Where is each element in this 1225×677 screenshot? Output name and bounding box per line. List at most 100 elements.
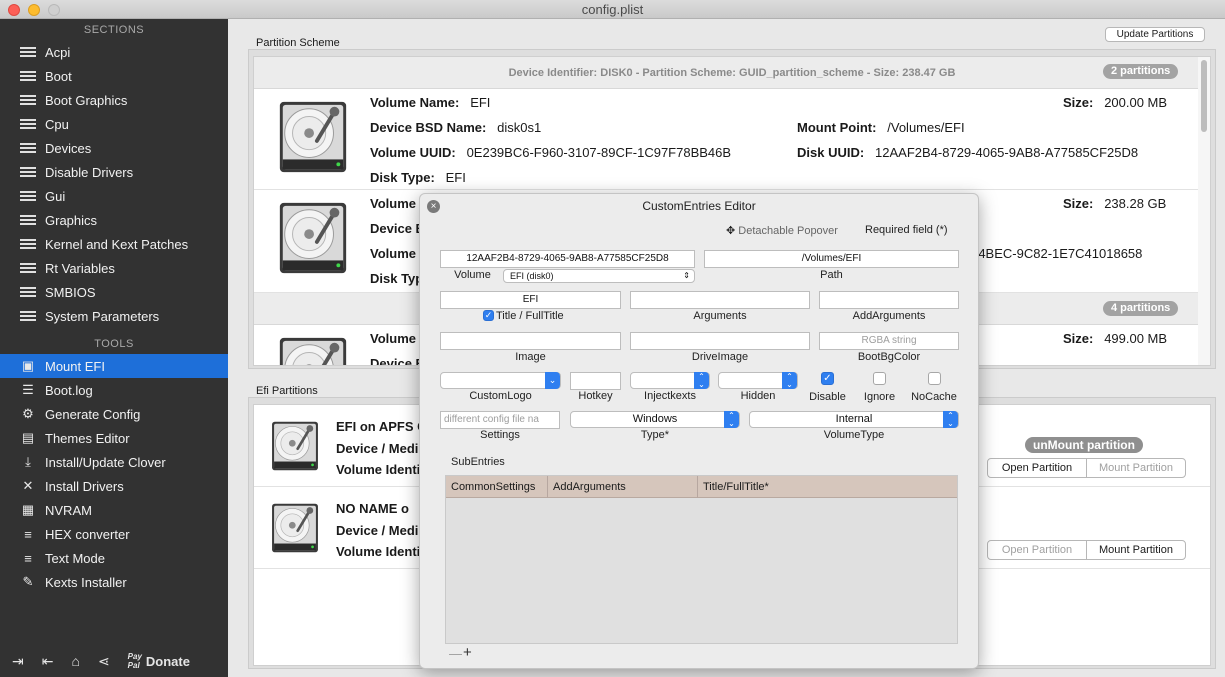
sidebar-item-hex-converter[interactable]: ≡ HEX converter xyxy=(0,522,228,546)
sidebar-item-label: Boot Graphics xyxy=(45,92,128,108)
addarguments-label: AddArguments xyxy=(852,310,926,322)
driveimage-label: DriveImage xyxy=(691,351,749,363)
sidebar-item-kexts-installer[interactable]: ✎ Kexts Installer xyxy=(0,570,228,594)
hotkey-label: Hotkey xyxy=(578,390,613,402)
image-field[interactable] xyxy=(440,332,621,350)
injectkexts-popup[interactable]: ⌃ ⌄ xyxy=(630,372,710,389)
share-icon[interactable]: ⋖ xyxy=(98,653,110,670)
efi-name: NO NAME o xyxy=(336,501,409,516)
open-partition-button[interactable]: Open Partition xyxy=(987,458,1087,478)
bootbgcolor-field[interactable]: RGBA string xyxy=(819,332,959,350)
subentries-table[interactable]: CommonSettings AddArguments Title/FullTi… xyxy=(445,475,958,644)
sidebar-item-boot[interactable]: Boot xyxy=(0,64,228,88)
column-header[interactable]: CommonSettings xyxy=(446,476,548,498)
sidebar-item-devices[interactable]: Devices xyxy=(0,136,228,160)
path-field[interactable]: /Volumes/EFI xyxy=(704,250,959,268)
sidebar-item-themes-editor[interactable]: ▤ Themes Editor xyxy=(0,426,228,450)
table-row[interactable]: Volume Name: EFI Device BSD Name: disk0s… xyxy=(254,89,1210,190)
mount-partition-button[interactable]: Mount Partition xyxy=(1086,458,1186,478)
arguments-label: Arguments xyxy=(693,310,747,322)
size-value: 499.00 MB xyxy=(1104,331,1168,346)
theme-icon: ▤ xyxy=(21,430,35,445)
volumetype-popup[interactable]: Internal ⌃ ⌄ xyxy=(749,411,959,428)
subentries-header: CommonSettings AddArguments Title/FullTi… xyxy=(446,476,957,498)
addarguments-field[interactable] xyxy=(819,291,959,309)
sidebar-item-boot-log[interactable]: ☰ Boot.log xyxy=(0,378,228,402)
mount-partition-button[interactable]: Mount Partition xyxy=(1086,540,1186,560)
sidebar-item-acpi[interactable]: Acpi xyxy=(0,40,228,64)
sidebar-item-gui[interactable]: Gui xyxy=(0,184,228,208)
disable-checkbox[interactable]: ✓ xyxy=(821,372,834,385)
sidebar-item-label: Acpi xyxy=(45,44,71,60)
sidebar-item-cpu[interactable]: Cpu xyxy=(0,112,228,136)
efi-partitions-label: Efi Partitions xyxy=(256,385,318,397)
sidebar-item-nvram[interactable]: ▦ NVRAM xyxy=(0,498,228,522)
ignore-checkbox[interactable] xyxy=(873,372,886,385)
nocache-label: NoCache xyxy=(911,391,957,403)
volume-popup[interactable]: EFI (disk0) ⇕ xyxy=(503,269,695,283)
hidden-label: Hidden xyxy=(740,390,776,402)
sidebar-item-graphics[interactable]: Graphics xyxy=(0,208,228,232)
partition-scheme-label: Partition Scheme xyxy=(256,37,340,49)
column-header[interactable]: Title/FullTitle* xyxy=(698,476,957,498)
sidebar-item-label: NVRAM xyxy=(45,502,92,518)
sidebar-item-text-mode[interactable]: ≡ Text Mode xyxy=(0,546,228,570)
customlogo-label: CustomLogo xyxy=(469,390,532,402)
hard-drive-icon xyxy=(274,333,352,365)
disk-icon: ▣ xyxy=(21,358,35,373)
sidebar-item-smbios[interactable]: SMBIOS xyxy=(0,280,228,304)
arguments-field[interactable] xyxy=(630,291,810,309)
list-icon xyxy=(18,260,38,276)
disk0-header: Device Identifier: DISK0 - Partition Sch… xyxy=(254,57,1210,89)
size-value: 238.28 GB xyxy=(1104,196,1167,211)
sidebar-item-boot-graphics[interactable]: Boot Graphics xyxy=(0,88,228,112)
detachable-popover-label[interactable]: ✥ Detachable Popover xyxy=(726,224,838,237)
sidebar-item-kernel-and-kext-patches[interactable]: Kernel and Kext Patches xyxy=(0,232,228,256)
update-partitions-button[interactable]: Update Partitions xyxy=(1105,27,1205,42)
unmount-partition-button[interactable]: unMount partition xyxy=(1025,437,1143,453)
install-icon: ⤓ xyxy=(25,454,31,469)
disk-uuid-value: -4BEC-9C82-1E7C41018658 xyxy=(974,246,1143,261)
subentries-label: SubEntries xyxy=(451,456,505,468)
title-label: Title / FullTitle xyxy=(496,310,564,322)
add-button[interactable]: + xyxy=(463,644,472,661)
sidebar-item-label: Boot.log xyxy=(45,382,93,398)
sidebar-item-install-update-clover[interactable]: ⤓ Install/Update Clover xyxy=(0,450,228,474)
sidebar-item-label: Generate Config xyxy=(45,406,141,422)
size-value: 200.00 MB xyxy=(1104,95,1168,110)
open-partition-button[interactable]: Open Partition xyxy=(987,540,1087,560)
title-field[interactable]: EFI xyxy=(440,291,621,309)
volume-name-value: EFI xyxy=(470,95,491,110)
type-popup[interactable]: Windows ⌃ ⌄ xyxy=(570,411,740,428)
sidebar-item-label: Mount EFI xyxy=(45,358,105,374)
hard-drive-icon xyxy=(274,198,352,278)
volume-field[interactable]: 12AAF2B4-8729-4065-9AB8-A77585CF25D8 xyxy=(440,250,695,268)
sidebar-footer: ⇥ ⇤ ⌂ ⋖ Pay Pal Donate xyxy=(0,645,228,677)
list-icon xyxy=(18,68,38,84)
sidebar-item-mount-efi[interactable]: ▣ Mount EFI xyxy=(0,354,228,378)
hotkey-field[interactable] xyxy=(570,372,621,390)
export-icon[interactable]: ⇤ xyxy=(42,653,54,670)
volume-label: Volume xyxy=(454,269,491,281)
driveimage-field[interactable] xyxy=(630,332,810,350)
donate-button[interactable]: Pay Pal Donate xyxy=(128,652,190,670)
sidebar-item-install-drivers[interactable]: ✕ Install Drivers xyxy=(0,474,228,498)
scrollbar[interactable] xyxy=(1198,57,1210,365)
sidebar-item-disable-drivers[interactable]: Disable Drivers xyxy=(0,160,228,184)
sidebar-item-label: HEX converter xyxy=(45,526,130,542)
customlogo-popup[interactable]: ⌄ xyxy=(440,372,561,389)
import-icon[interactable]: ⇥ xyxy=(12,653,24,670)
home-icon[interactable]: ⌂ xyxy=(71,653,79,669)
sidebar-item-system-parameters[interactable]: System Parameters xyxy=(0,304,228,328)
scroll-thumb[interactable] xyxy=(1201,60,1207,132)
column-header[interactable]: AddArguments xyxy=(548,476,698,498)
remove-button[interactable]: — xyxy=(449,646,462,661)
list-icon xyxy=(18,164,38,180)
nocache-checkbox[interactable] xyxy=(928,372,941,385)
hidden-popup[interactable]: ⌃ ⌄ xyxy=(718,372,798,389)
settings-field[interactable]: different config file na xyxy=(440,411,560,429)
disk1-partitions-badge: 4 partitions xyxy=(1103,301,1179,316)
title-checkbox[interactable]: ✓ xyxy=(483,310,494,321)
sidebar-item-rt-variables[interactable]: Rt Variables xyxy=(0,256,228,280)
sidebar-item-generate-config[interactable]: ⚙ Generate Config xyxy=(0,402,228,426)
